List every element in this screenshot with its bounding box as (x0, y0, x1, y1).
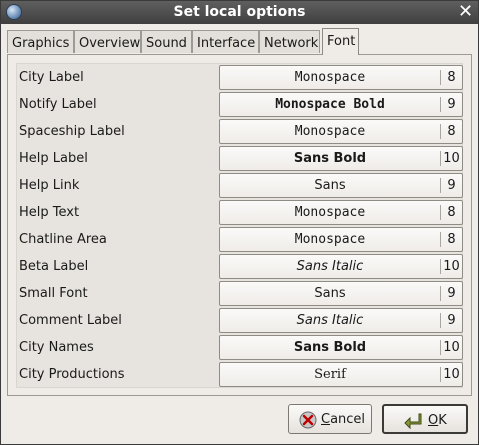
font-chooser-button[interactable]: Serif 10 (219, 362, 463, 387)
cancel-label: Cancel (321, 412, 366, 427)
window-title: Set local options (173, 4, 306, 20)
title-bar[interactable]: Set local options ✕ (1, 1, 478, 24)
font-setting-label: Spaceship Label (19, 124, 125, 139)
tab-network[interactable]: Network (259, 30, 320, 53)
ok-label: OK (428, 413, 447, 428)
font-size: 10 (443, 340, 460, 355)
font-setting-label: Chatline Area (19, 232, 107, 247)
font-chooser-button[interactable]: Sans Bold 10 (219, 146, 463, 171)
font-name: Sans (314, 178, 346, 193)
font-row: Help Link Sans 9 (17, 172, 464, 199)
font-name: Sans Italic (296, 259, 364, 274)
font-size: 9 (447, 286, 456, 301)
font-row: Spaceship Label Monospace 8 (17, 118, 464, 145)
font-setting-label: Small Font (19, 286, 88, 301)
tab-graphics[interactable]: Graphics (7, 30, 74, 53)
font-settings-list[interactable]: City Label Monospace 8 Notify Label Monospac… (16, 63, 463, 388)
font-row: Notify Label Monospace Bold 9 (17, 91, 464, 118)
font-row: Help Text Monospace 8 (17, 199, 464, 226)
font-name: Sans Bold (293, 151, 367, 166)
font-setting-label: Comment Label (19, 313, 122, 328)
font-chooser-button[interactable]: Monospace 8 (219, 119, 463, 144)
font-row: Chatline Area Monospace 8 (17, 226, 464, 253)
font-chooser-button[interactable]: Sans Italic 9 (219, 308, 463, 333)
cancel-button[interactable]: Cancel (288, 404, 372, 434)
font-setting-label: City Label (19, 70, 84, 85)
font-chooser-button[interactable]: Sans 9 (219, 281, 463, 306)
tab-interface[interactable]: Interface (192, 30, 259, 53)
font-size: 9 (447, 178, 456, 193)
font-setting-label: Help Link (19, 178, 80, 193)
font-chooser-button[interactable]: Sans Bold 10 (219, 335, 463, 360)
font-row: Beta Label Sans Italic 10 (17, 253, 464, 280)
font-row: Comment Label Sans Italic 9 (17, 307, 464, 334)
font-row: City Productions Serif 10 (17, 361, 464, 388)
font-size: 9 (447, 313, 456, 328)
cancel-icon (299, 411, 317, 429)
font-size: 10 (443, 151, 460, 166)
font-size: 8 (447, 205, 456, 220)
font-chooser-button[interactable]: Monospace Bold 9 (219, 92, 463, 117)
font-name: Monospace (294, 124, 366, 139)
font-chooser-button[interactable]: Monospace 8 (219, 227, 463, 252)
font-name: Serif (314, 367, 346, 382)
font-row: City Label Monospace 8 (17, 64, 464, 91)
font-name: Monospace (294, 70, 366, 85)
font-setting-label: Beta Label (19, 259, 89, 274)
font-size: 8 (447, 70, 456, 85)
font-name: Sans Italic (296, 313, 364, 328)
font-name: Sans (314, 286, 346, 301)
font-chooser-button[interactable]: Sans 9 (219, 173, 463, 198)
font-chooser-button[interactable]: Sans Italic 10 (219, 254, 463, 279)
font-size: 8 (447, 124, 456, 139)
font-setting-label: Help Label (19, 151, 88, 166)
font-name: Monospace (294, 205, 366, 220)
font-size: 10 (443, 367, 460, 382)
font-row: Help Label Sans Bold 10 (17, 145, 464, 172)
font-name: Sans Bold (293, 340, 367, 355)
font-setting-label: Notify Label (19, 97, 97, 112)
tab-font[interactable]: Font (322, 28, 359, 55)
font-setting-label: City Names (19, 340, 94, 355)
font-setting-label: Help Text (19, 205, 80, 220)
ok-arrow-icon (404, 413, 422, 430)
options-dialog: Set local options ✕ Graphics Overview So… (0, 0, 479, 445)
close-icon[interactable]: ✕ (457, 3, 474, 21)
font-row: City Names Sans Bold 10 (17, 334, 464, 361)
font-tab-panel: City Label Monospace 8 Notify Label Monospac… (7, 54, 472, 396)
font-chooser-button[interactable]: Monospace 8 (219, 200, 463, 225)
tab-sound[interactable]: Sound (141, 30, 192, 53)
ok-button[interactable]: OK (382, 404, 468, 434)
tab-overview[interactable]: Overview (74, 30, 141, 53)
font-size: 9 (447, 97, 456, 112)
font-name: Monospace Bold (275, 97, 385, 112)
font-size: 8 (447, 232, 456, 247)
font-chooser-button[interactable]: Monospace 8 (219, 65, 463, 90)
font-setting-label: City Productions (19, 367, 125, 382)
font-row: Small Font Sans 9 (17, 280, 464, 307)
font-size: 10 (443, 259, 460, 274)
font-name: Monospace (294, 232, 366, 247)
